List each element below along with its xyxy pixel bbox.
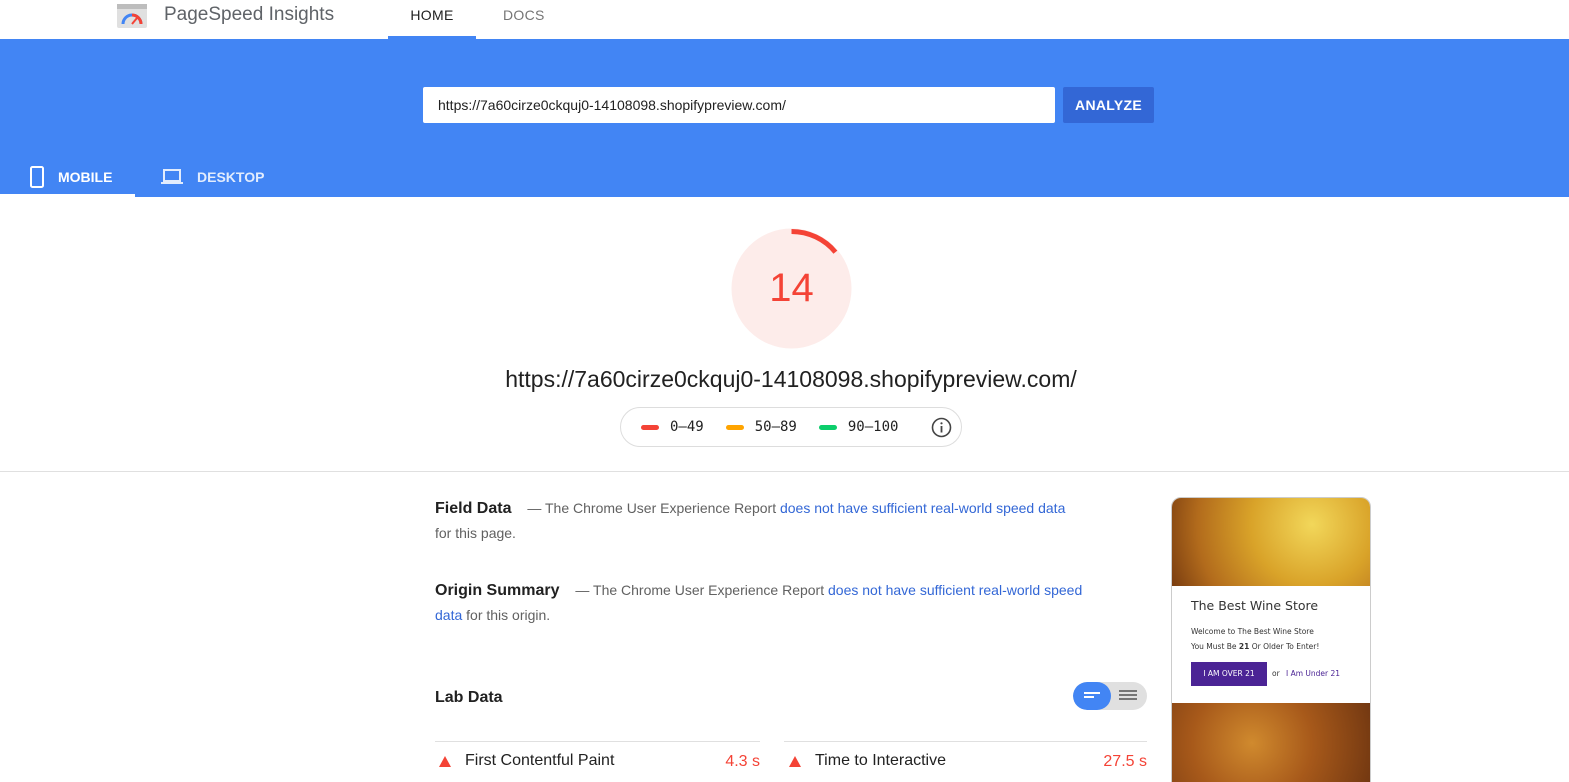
view-toggle[interactable]	[1073, 682, 1147, 710]
legend-swatch-poor	[641, 424, 659, 430]
metric-label: Time to Interactive	[815, 752, 947, 769]
legend-item-average: 50–89	[725, 419, 797, 435]
tab-mobile-label: MOBILE	[58, 169, 113, 185]
legend-label-good: 90–100	[847, 419, 899, 435]
screenshot-store-title: The Best Wine Store	[1191, 598, 1319, 613]
origin-summary-section: Origin Summary — The Chrome User Experie…	[435, 578, 1085, 628]
laptop-icon	[161, 169, 183, 184]
tab-desktop-label: DESKTOP	[197, 169, 265, 185]
fail-triangle-icon	[789, 755, 801, 767]
field-data-link[interactable]: does not have sufficient real-world spee…	[780, 500, 1065, 516]
field-data-heading: Field Data	[435, 500, 512, 517]
score-legend: 0–49 50–89 90–100	[620, 407, 962, 447]
performance-score: 14	[769, 266, 814, 310]
age-text-bold: 21	[1238, 642, 1250, 651]
search-band: ANALYZE MOBILE DESKTOP	[0, 39, 1569, 197]
legend-item-poor: 0–49	[641, 419, 704, 435]
page-screenshot: The Best Wine Store Welcome to The Best …	[1171, 497, 1371, 782]
legend-swatch-average	[725, 424, 744, 430]
legend-label-average: 50–89	[754, 419, 797, 435]
metric-first-contentful-paint: First Contentful Paint	[439, 752, 614, 770]
mobile-phone-icon	[30, 166, 44, 188]
lab-data-heading: Lab Data	[435, 689, 503, 706]
metric-value-tti: 27.5 s	[1103, 753, 1147, 770]
screenshot-or-text: or	[1272, 669, 1280, 678]
metric-value-fcp: 4.3 s	[725, 753, 760, 770]
app-title: PageSpeed Insights	[164, 4, 335, 25]
pagespeed-logo-icon[interactable]	[117, 4, 147, 28]
legend-label-poor: 0–49	[670, 419, 704, 435]
fail-triangle-icon	[439, 755, 451, 767]
origin-summary-heading: Origin Summary	[435, 582, 560, 599]
info-icon[interactable]	[931, 417, 952, 438]
metric-time-to-interactive: Time to Interactive	[789, 752, 946, 770]
tested-url: https://7a60cirze0ckquj0-14108098.shopif…	[505, 366, 1077, 392]
tab-docs[interactable]: DOCS	[503, 7, 545, 23]
metrics-divider-right	[784, 741, 1147, 742]
screenshot-under-21-link: I Am Under 21	[1286, 669, 1341, 678]
metric-label: First Contentful Paint	[465, 752, 615, 769]
analyze-button[interactable]: ANALYZE	[1063, 87, 1154, 123]
url-input[interactable]	[423, 87, 1055, 123]
legend-item-good: 90–100	[818, 419, 899, 435]
legend-swatch-good	[818, 424, 837, 430]
origin-summary-prefix: — The Chrome User Experience Report	[575, 582, 825, 598]
screenshot-hero-image	[1172, 498, 1370, 586]
screenshot-over-21-button: I AM OVER 21	[1191, 662, 1267, 686]
section-divider	[0, 471, 1569, 472]
top-nav: PageSpeed Insights HOME DOCS	[0, 0, 1569, 39]
screenshot-welcome-text: Welcome to The Best Wine Store	[1191, 627, 1314, 636]
screenshot-age-text: You Must Be 21 Or Older To Enter!	[1191, 642, 1319, 651]
toggle-compact-view[interactable]	[1073, 682, 1111, 710]
origin-summary-suffix: for this origin.	[466, 607, 551, 623]
screenshot-background-image	[1172, 703, 1370, 782]
tab-home[interactable]: HOME	[388, 7, 476, 39]
tab-mobile[interactable]: MOBILE	[0, 157, 135, 197]
age-text-suffix: Or Older To Enter!	[1249, 642, 1320, 651]
field-data-section: Field Data — The Chrome User Experience …	[435, 496, 1085, 546]
expanded-list-icon[interactable]	[1111, 682, 1147, 710]
field-data-prefix: — The Chrome User Experience Report	[527, 500, 777, 516]
field-data-suffix: for this page.	[435, 525, 516, 541]
tab-desktop[interactable]: DESKTOP	[161, 157, 264, 197]
metrics-divider-left	[435, 741, 760, 742]
compact-list-icon	[1084, 692, 1100, 698]
age-text-prefix: You Must Be	[1191, 642, 1239, 651]
